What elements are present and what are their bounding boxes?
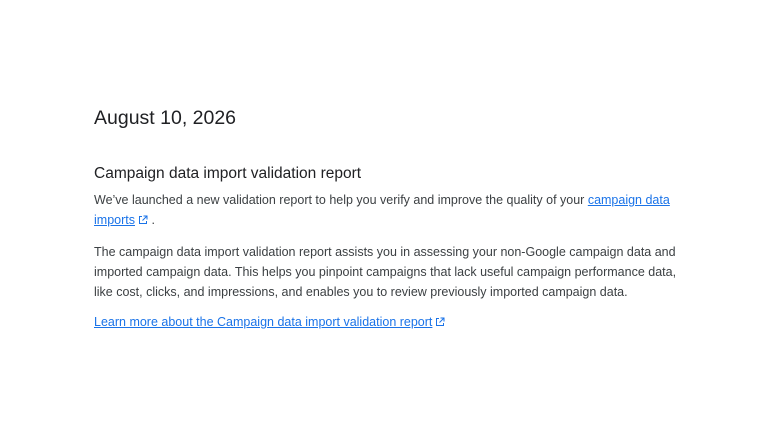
release-note-entry: August 10, 2026 Campaign data import val… — [94, 106, 684, 332]
page: August 10, 2026 Campaign data import val… — [0, 0, 768, 432]
entry-date: August 10, 2026 — [94, 107, 237, 129]
body-paragraph: The campaign data import validation repo… — [94, 245, 677, 299]
learn-more-link[interactable]: Learn more about the Campaign data impor… — [94, 315, 432, 329]
intro-suffix: . — [147, 213, 155, 227]
learn-more-link-label: Learn more about the Campaign data impor… — [94, 315, 433, 329]
intro-text: We’ve launched a new validation report t… — [94, 193, 588, 207]
intro-paragraph: We’ve launched a new validation report t… — [94, 190, 684, 230]
learn-more-line: Learn more about the Campaign data impor… — [94, 312, 684, 332]
section-title: Campaign data import validation report — [94, 165, 362, 182]
external-link-icon[interactable] — [435, 317, 445, 327]
external-link-icon[interactable] — [138, 215, 148, 225]
